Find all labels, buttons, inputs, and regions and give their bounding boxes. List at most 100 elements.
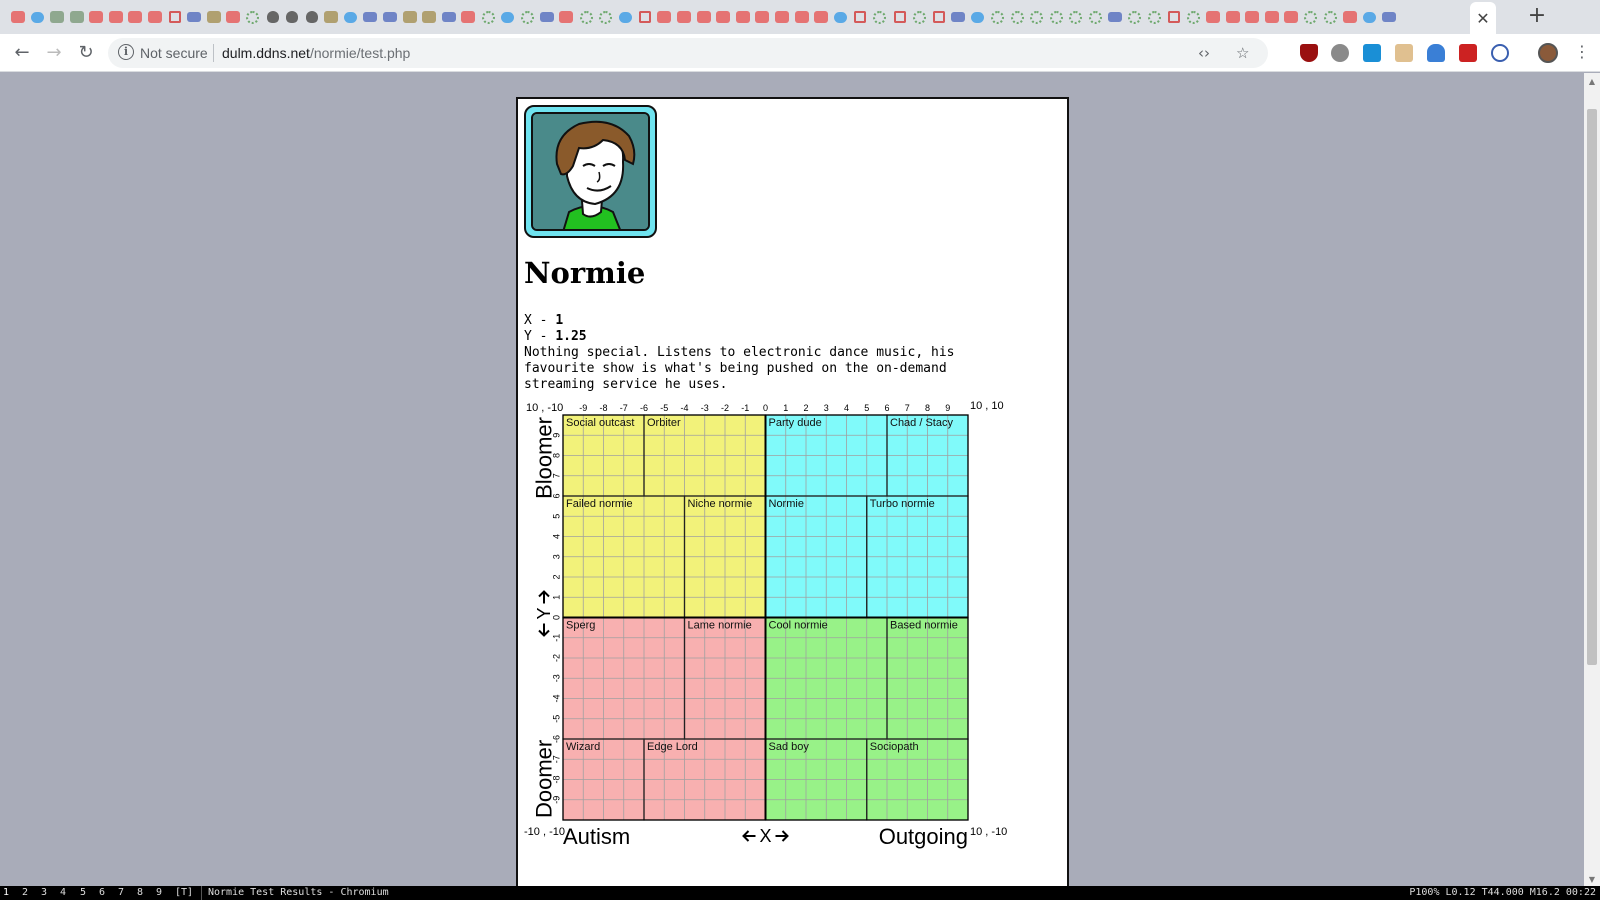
workspace-8[interactable]: 8 [137,886,143,900]
pinned-tab[interactable] [1203,8,1223,26]
new-tab-button[interactable]: + [1526,5,1548,28]
pinned-tab[interactable] [615,8,635,26]
pinned-tab[interactable] [870,8,890,26]
url-text[interactable]: dulm.ddns.net/normie/test.php [222,45,410,61]
workspace-5[interactable]: 5 [80,886,86,900]
active-tab[interactable]: ✕ [1470,2,1496,34]
profile-avatar[interactable] [1538,43,1558,63]
pinned-tab[interactable] [380,8,400,26]
pinned-tab[interactable] [811,8,831,26]
pinned-tab[interactable] [1262,8,1282,26]
workspace-3[interactable]: 3 [41,886,47,900]
pinned-tab[interactable] [282,8,302,26]
close-tab-icon[interactable]: ✕ [1476,9,1489,28]
pinned-tab[interactable] [165,8,185,26]
pinned-tab[interactable] [67,8,87,26]
pinned-tab[interactable] [478,8,498,26]
back-button[interactable]: ← [10,41,34,65]
pinned-tab[interactable] [517,8,537,26]
pinned-tab[interactable] [86,8,106,26]
pinned-tab[interactable] [909,8,929,26]
pinned-tab[interactable] [1223,8,1243,26]
stylus-extension-icon[interactable] [1363,44,1381,62]
site-info-icon[interactable]: i [118,44,134,60]
pinned-tab[interactable] [596,8,616,26]
pinned-tab[interactable] [655,8,675,26]
pinned-tab[interactable] [1007,8,1027,26]
pinned-tab[interactable] [126,8,146,26]
pinned-tab[interactable] [831,8,851,26]
pinned-tab[interactable] [341,8,361,26]
pinned-tab[interactable] [302,8,322,26]
pinned-tab[interactable] [106,8,126,26]
pinned-tab[interactable] [557,8,577,26]
password-extension-icon[interactable] [1459,44,1477,62]
workspace-6[interactable]: 6 [99,886,105,900]
pinned-tab[interactable] [47,8,67,26]
pinned-tab[interactable] [322,8,342,26]
bookmark-star-icon[interactable]: ☆ [1236,44,1249,62]
pinned-tab[interactable] [1105,8,1125,26]
pinned-tab[interactable] [419,8,439,26]
pinned-tab[interactable] [968,8,988,26]
code-blocked-icon[interactable]: ‹› [1198,44,1210,62]
pinned-tab[interactable] [263,8,283,26]
workspace-10[interactable]: [T] [175,886,193,900]
pinned-tab[interactable] [498,8,518,26]
pinned-tab[interactable] [1360,8,1380,26]
workspace-4[interactable]: 4 [60,886,66,900]
ublock-icon[interactable] [1300,44,1318,62]
pinned-tab[interactable] [1144,8,1164,26]
pinned-tab[interactable] [772,8,792,26]
pinned-tab[interactable] [1340,8,1360,26]
pinned-tab[interactable] [694,8,714,26]
pinned-tab[interactable] [1046,8,1066,26]
menu-icon[interactable]: ⋮ [1574,43,1590,61]
search-extension-icon[interactable] [1491,44,1509,62]
lock-extension-icon[interactable] [1427,44,1445,62]
pinned-tab[interactable] [224,8,244,26]
pinned-tab[interactable] [1184,8,1204,26]
pinned-tab[interactable] [459,8,479,26]
pinned-tab[interactable] [753,8,773,26]
pinned-tab[interactable] [1086,8,1106,26]
workspace-7[interactable]: 7 [118,886,124,900]
pinned-tab[interactable] [851,8,871,26]
pinned-tab[interactable] [890,8,910,26]
pinned-tab[interactable] [1164,8,1184,26]
pinned-tab[interactable] [792,8,812,26]
pinned-tab[interactable] [184,8,204,26]
pinned-tab[interactable] [1282,8,1302,26]
pinned-tab[interactable] [1066,8,1086,26]
workspace-9[interactable]: 9 [156,886,162,900]
pinned-tab[interactable] [929,8,949,26]
pinned-tab[interactable] [8,8,28,26]
workspace-2[interactable]: 2 [22,886,28,900]
scroll-down-arrow-icon[interactable]: ▼ [1587,875,1597,884]
pinned-tab[interactable] [949,8,969,26]
pinned-tab[interactable] [537,8,557,26]
pinned-tab[interactable] [1301,8,1321,26]
globe-extension-icon[interactable] [1331,44,1349,62]
pinned-tab[interactable] [28,8,48,26]
reload-button[interactable]: ↻ [74,41,98,65]
pinned-tab[interactable] [1027,8,1047,26]
pinned-tab[interactable] [635,8,655,26]
pinned-tab[interactable] [204,8,224,26]
pinned-tab[interactable] [713,8,733,26]
pinned-tab[interactable] [243,8,263,26]
pinned-tab[interactable] [400,8,420,26]
pinned-tab[interactable] [733,8,753,26]
address-bar[interactable]: i Not secure dulm.ddns.net/normie/test.p… [108,38,1268,68]
pinned-tab[interactable] [439,8,459,26]
scroll-up-arrow-icon[interactable]: ▲ [1587,77,1597,86]
pinned-tab[interactable] [1380,8,1400,26]
pinned-tab[interactable] [988,8,1008,26]
pinned-tab[interactable] [1242,8,1262,26]
pinned-tab[interactable] [674,8,694,26]
forward-button[interactable]: → [42,41,66,65]
pinned-tab[interactable] [1125,8,1145,26]
pinned-tab[interactable] [361,8,381,26]
pinned-tab[interactable] [145,8,165,26]
scroll-thumb[interactable] [1587,109,1597,665]
